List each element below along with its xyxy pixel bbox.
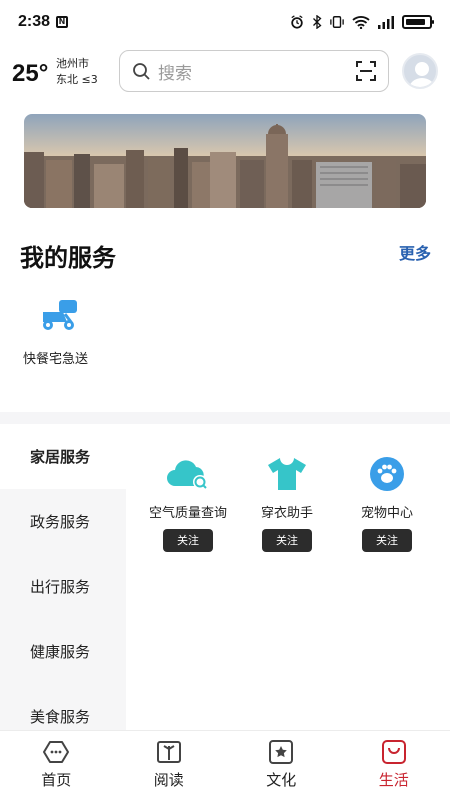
tshirt-icon [268, 458, 306, 490]
my-service-label[interactable]: 快餐宅急送 [23, 348, 88, 367]
category-government-services[interactable]: 政务服务 [0, 489, 126, 554]
category-list: 家居服务 政务服务 出行服务 健康服务 美食服务 [0, 424, 126, 730]
home-icon [43, 741, 70, 763]
service-tile-air-quality[interactable]: 空气质量查询 关注 [138, 452, 238, 552]
wifi-icon [352, 16, 370, 29]
city-skyline-image [24, 114, 426, 208]
search-input[interactable]: 搜索 [158, 59, 192, 84]
signal-icon [378, 16, 394, 29]
air-quality-cloud-icon [167, 460, 207, 489]
scan-icon[interactable] [356, 61, 376, 81]
alarm-icon [291, 15, 303, 29]
my-services-title: 我的服务 [20, 244, 116, 272]
service-tile-pet-center[interactable]: 宠物中心 关注 [337, 452, 437, 552]
service-label: 穿衣助手 [260, 506, 313, 521]
wind-info: 东北 ≤3 [56, 73, 98, 86]
status-bar: 2:38 N [0, 0, 450, 44]
paw-icon [370, 457, 404, 491]
avatar[interactable] [402, 53, 438, 89]
status-icons [289, 15, 434, 29]
search-bar[interactable]: 搜索 [119, 50, 389, 92]
status-time: 2:38 [18, 13, 51, 30]
tab-home[interactable]: 首页 [0, 731, 113, 800]
category-home-services[interactable]: 家居服务 [0, 424, 126, 489]
temperature[interactable]: 25° [12, 60, 48, 88]
service-catalog: 家居服务 政务服务 出行服务 健康服务 美食服务 空气质量查询 关注 穿衣助手 … [0, 424, 450, 730]
culture-star-icon [269, 740, 294, 764]
tab-label: 阅读 [153, 771, 184, 789]
life-bag-icon [381, 740, 406, 764]
service-grid: 空气质量查询 关注 穿衣助手 关注 宠物中心 关注 [126, 424, 450, 704]
tab-label: 首页 [41, 771, 72, 789]
city-banner[interactable] [24, 114, 426, 208]
more-link[interactable]: 更多 [399, 240, 431, 264]
delivery-scooter-icon[interactable] [39, 298, 79, 332]
tab-culture[interactable]: 文化 [225, 731, 338, 800]
battery-icon [402, 15, 434, 29]
follow-button[interactable]: 关注 [362, 529, 412, 552]
service-label: 宠物中心 [360, 506, 413, 521]
tab-label: 生活 [378, 771, 409, 789]
weather-location[interactable]: 池州市 东北 ≤3 [56, 56, 98, 88]
search-icon [133, 63, 150, 80]
follow-button[interactable]: 关注 [262, 529, 312, 552]
book-icon [156, 741, 181, 763]
tab-reading[interactable]: 阅读 [113, 731, 226, 800]
user-avatar-icon [409, 62, 435, 87]
vibrate-icon [330, 16, 344, 28]
top-section: 我的服务 更多 快餐宅急送 [0, 102, 450, 412]
category-health-services[interactable]: 健康服务 [0, 619, 126, 684]
nfc-status-icon: N [56, 16, 69, 28]
tab-label: 文化 [266, 771, 297, 789]
service-label: 空气质量查询 [148, 506, 227, 521]
battery-level [406, 19, 425, 25]
follow-button[interactable]: 关注 [163, 529, 213, 552]
bottom-tab-bar: 首页 阅读 文化 生活 [0, 730, 450, 800]
city-name: 池州市 [56, 57, 89, 70]
category-travel-services[interactable]: 出行服务 [0, 554, 126, 619]
service-tile-dressing[interactable]: 穿衣助手 关注 [237, 452, 337, 552]
app-header: 25° 池州市 东北 ≤3 搜索 [0, 44, 450, 102]
bluetooth-icon [313, 15, 322, 29]
tab-life[interactable]: 生活 [338, 731, 450, 800]
